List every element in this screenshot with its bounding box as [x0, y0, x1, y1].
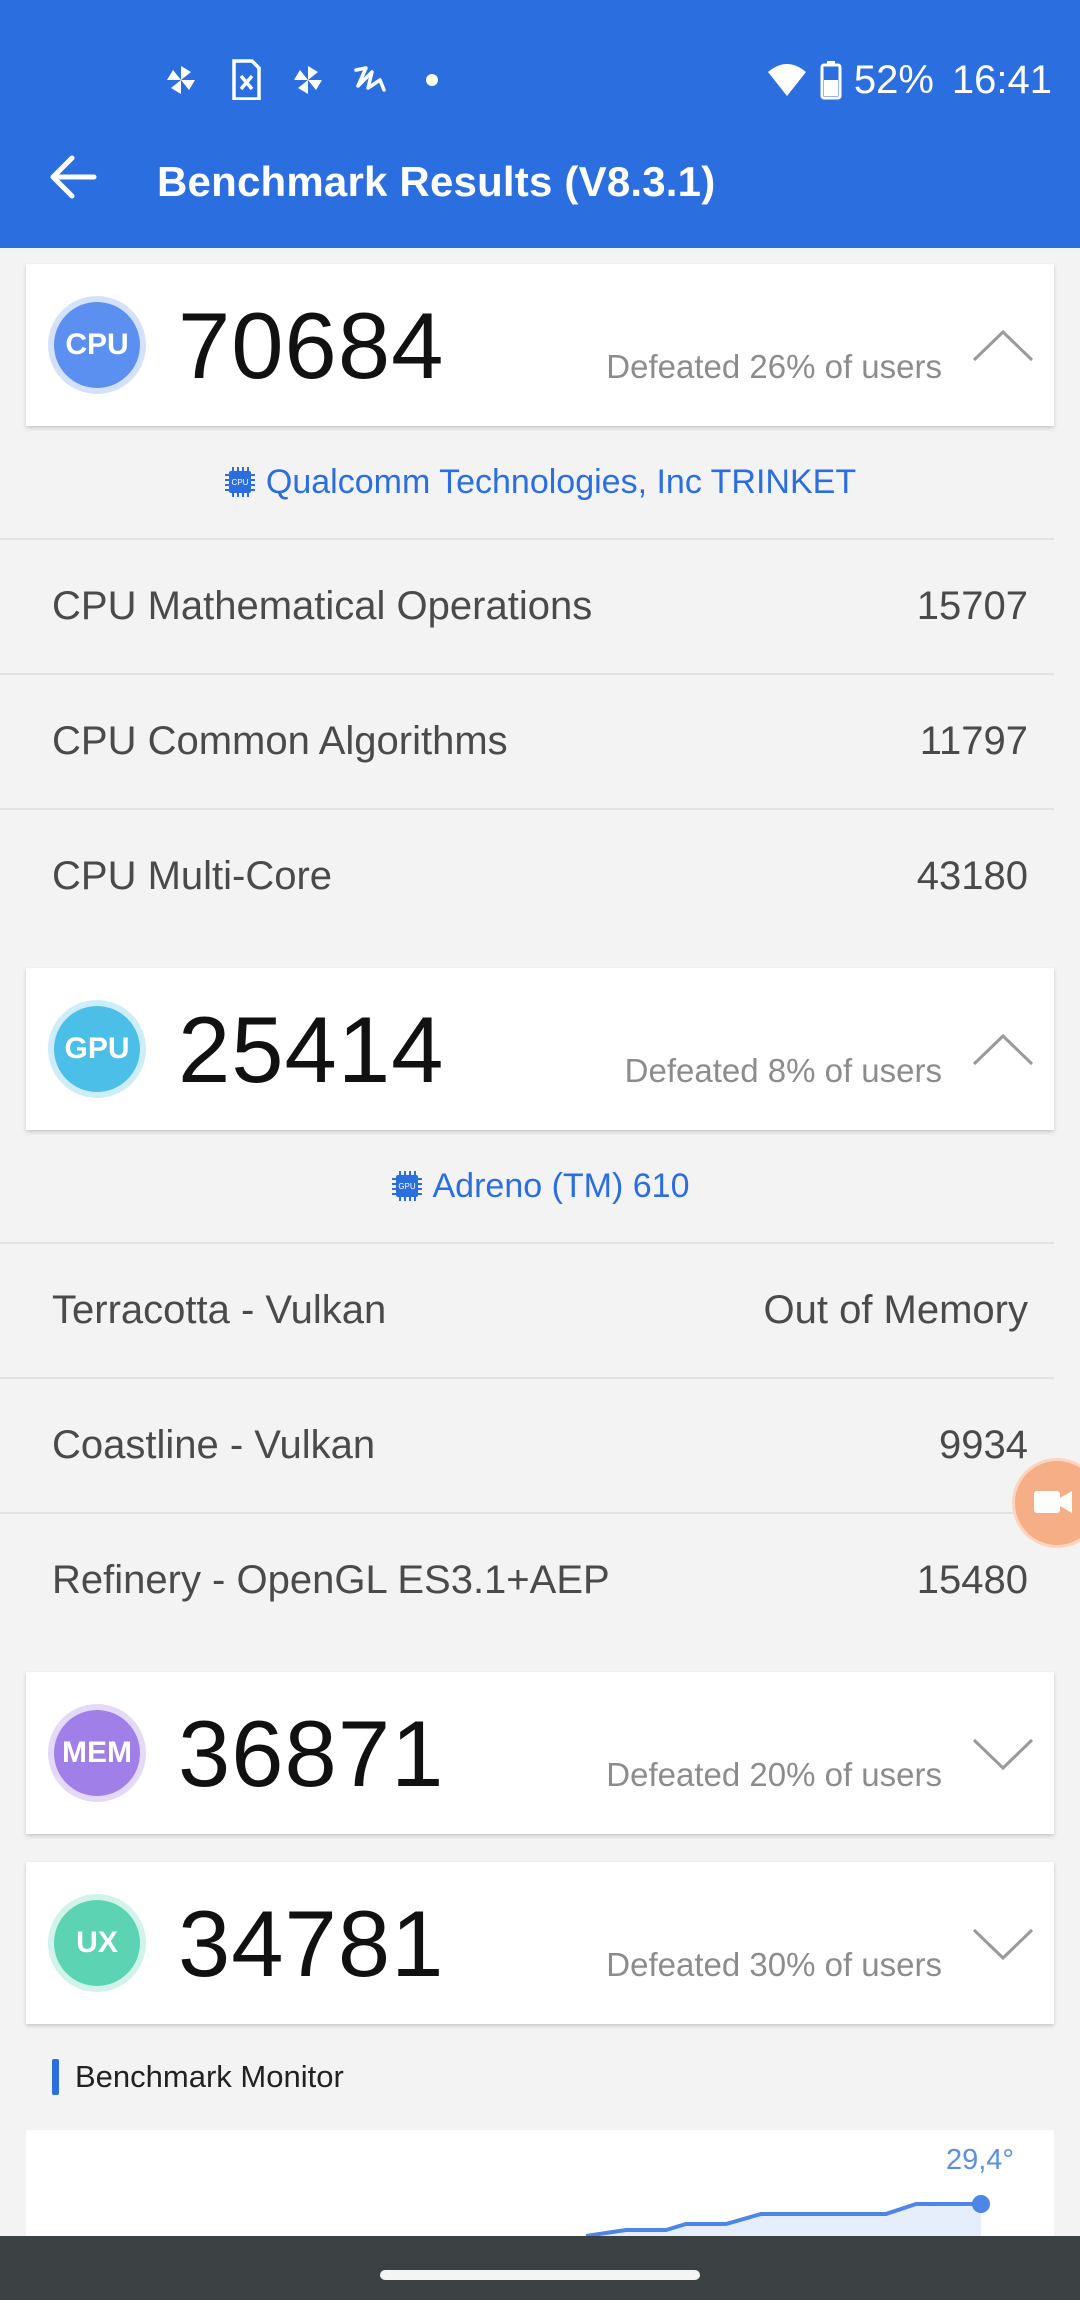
row-value: Out of Memory: [763, 1288, 1028, 1332]
dot-icon: [426, 74, 438, 86]
cpu-badge-label: CPU: [54, 302, 140, 388]
chevron-up-icon[interactable]: [970, 326, 1036, 366]
monitor-section-header: Benchmark Monitor: [52, 2059, 344, 2095]
app-bar: Benchmark Results (V8.3.1): [0, 100, 1080, 248]
cpu-row-multicore: CPU Multi-Core 43180: [0, 808, 1054, 944]
cpu-vendor: CPU Qualcomm Technologies, Inc TRINKET: [26, 426, 1054, 538]
chevron-down-icon[interactable]: [970, 1924, 1036, 1964]
gpu-vendor-name: Adreno (TM) 610: [432, 1166, 690, 1205]
chevron-up-icon[interactable]: [970, 1030, 1036, 1070]
cpu-chip-icon: CPU: [224, 467, 255, 497]
gpu-badge-label: GPU: [54, 1006, 140, 1092]
row-label: Coastline - Vulkan: [52, 1423, 376, 1467]
row-label: CPU Common Algorithms: [52, 719, 508, 763]
mem-score: 36871: [178, 1701, 445, 1806]
row-label: CPU Multi-Core: [52, 854, 333, 898]
gpu-chip-icon: GPU: [391, 1171, 422, 1201]
gpu-score: 25414: [178, 997, 445, 1102]
system-nav-bar: [0, 2236, 1080, 2300]
status-right: 52% 16:41: [766, 55, 1052, 105]
page-title: Benchmark Results (V8.3.1): [157, 158, 716, 205]
clock: 16:41: [951, 57, 1052, 102]
gpu-row-coastline: Coastline - Vulkan 9934: [0, 1377, 1054, 1513]
back-arrow-icon[interactable]: [40, 142, 110, 212]
floating-record-button[interactable]: [1012, 1458, 1080, 1548]
row-value: 15707: [916, 584, 1028, 628]
temperature-monitor-chart: 29,4°: [26, 2130, 1054, 2236]
cpu-score-card[interactable]: CPU 70684 Defeated 26% of users: [26, 264, 1054, 426]
mem-defeated-text: Defeated 20% of users: [606, 1756, 942, 1793]
svg-text:GPU: GPU: [398, 1182, 416, 1191]
video-camera-icon: [1034, 1491, 1072, 1513]
mem-score-card[interactable]: MEM 36871 Defeated 20% of users: [26, 1672, 1054, 1834]
row-value: 15480: [916, 1558, 1028, 1602]
pinwheel-icon: [167, 66, 195, 94]
cpu-defeated-text: Defeated 26% of users: [606, 348, 942, 385]
cpu-badge: CPU: [48, 296, 146, 394]
ux-badge-label: UX: [54, 1900, 140, 1986]
row-label: Terracotta - Vulkan: [52, 1288, 387, 1332]
scribble-icon: [354, 66, 386, 92]
gpu-defeated-text: Defeated 8% of users: [624, 1052, 942, 1089]
chevron-down-icon[interactable]: [970, 1734, 1036, 1774]
wifi-icon: [767, 64, 806, 96]
battery-percent: 52%: [853, 57, 934, 102]
section-accent-bar: [52, 2059, 59, 2095]
ux-defeated-text: Defeated 30% of users: [606, 1946, 942, 1983]
mem-badge-label: MEM: [54, 1710, 140, 1796]
row-value: 11797: [919, 719, 1028, 763]
gpu-row-terracotta: Terracotta - Vulkan Out of Memory: [0, 1242, 1054, 1378]
gpu-row-refinery: Refinery - OpenGL ES3.1+AEP 15480: [0, 1512, 1054, 1648]
temperature-point: [972, 2195, 990, 2213]
gpu-vendor: GPU Adreno (TM) 610: [26, 1130, 1054, 1242]
ux-score: 34781: [178, 1891, 445, 1996]
row-label: CPU Mathematical Operations: [52, 584, 593, 628]
ux-score-card[interactable]: UX 34781 Defeated 30% of users: [26, 1862, 1054, 2024]
cpu-row-math: CPU Mathematical Operations 15707: [0, 538, 1054, 674]
monitor-title: Benchmark Monitor: [75, 2059, 344, 2094]
row-label: Refinery - OpenGL ES3.1+AEP: [52, 1558, 610, 1602]
row-value: 43180: [916, 854, 1028, 898]
gpu-badge: GPU: [48, 1000, 146, 1098]
sim-card-icon: [232, 59, 261, 101]
svg-text:CPU: CPU: [231, 478, 248, 487]
temperature-line: [585, 2195, 990, 2236]
cpu-score: 70684: [178, 293, 445, 398]
cpu-row-algorithms: CPU Common Algorithms 11797: [0, 673, 1054, 809]
home-gesture-handle[interactable]: [380, 2270, 700, 2280]
battery-icon: [820, 61, 842, 100]
cpu-vendor-name: Qualcomm Technologies, Inc TRINKET: [265, 462, 857, 501]
mem-badge: MEM: [48, 1704, 146, 1802]
ux-badge: UX: [48, 1894, 146, 1992]
pinwheel-icon: [294, 66, 322, 94]
gpu-score-card[interactable]: GPU 25414 Defeated 8% of users: [26, 968, 1054, 1130]
